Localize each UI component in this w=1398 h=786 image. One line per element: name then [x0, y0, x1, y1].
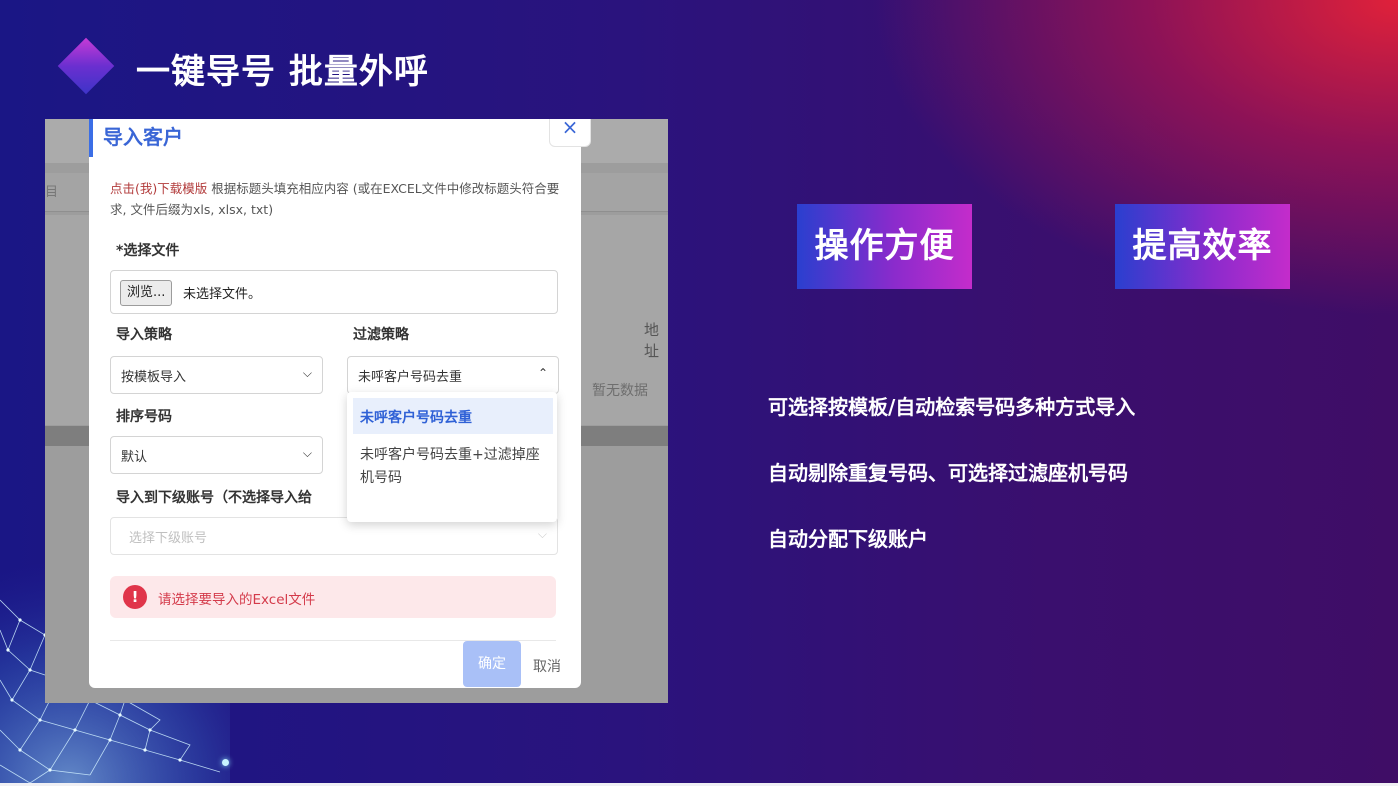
error-alert: ! 请选择要导入的Excel文件	[110, 576, 556, 618]
sort-select[interactable]: 默认 ⌵	[110, 436, 323, 474]
dialog-title: 导入客户	[103, 125, 183, 149]
feature-sub-account: 自动分配下级账户	[768, 527, 928, 551]
filter-strategy-value: 未呼客户号码去重	[358, 370, 463, 385]
chevron-up-icon: ⌃	[537, 366, 548, 380]
import-hint: 点击(我)下载模版 根据标题头填充相应内容 (或在EXCEL文件中修改标题头符合…	[110, 178, 560, 220]
filter-strategy-select[interactable]: 未呼客户号码去重 ⌃	[347, 356, 559, 394]
alert-message: 请选择要导入的Excel文件	[158, 592, 316, 608]
filter-strategy-label: 过滤策略	[353, 327, 409, 343]
sub-account-label: 导入到下级账号（不选择导入给	[116, 490, 312, 506]
sub-account-placeholder: 选择下级账号	[129, 531, 208, 546]
title-accent-bar	[89, 119, 93, 157]
glow-dot-decoration	[222, 759, 229, 766]
confirm-button[interactable]: 确定	[463, 641, 521, 687]
sub-account-select[interactable]: 选择下级账号 ⌵	[110, 517, 558, 555]
diamond-logo-icon	[57, 37, 115, 95]
background-column-header: 地址	[644, 321, 660, 360]
download-template-link[interactable]: 点击(我)下载模版	[110, 181, 207, 196]
import-strategy-select[interactable]: 按模板导入 ⌵	[110, 356, 323, 394]
cancel-button[interactable]: 取消	[533, 656, 561, 676]
slide-title: 一键导号 批量外呼	[136, 52, 429, 92]
feature-dedupe-filter: 自动剔除重复号码、可选择过滤座机号码	[768, 461, 1128, 485]
sort-label: 排序号码	[116, 409, 172, 425]
import-strategy-label: 导入策略	[116, 327, 172, 343]
file-label: *选择文件	[116, 243, 180, 259]
badge-easy-operation: 操作方便	[797, 204, 972, 289]
badge-efficiency: 提高效率	[1115, 204, 1290, 289]
filter-strategy-dropdown: 未呼客户号码去重 未呼客户号码去重+过滤掉座机号码	[347, 392, 557, 522]
dropdown-option[interactable]: 未呼客户号码去重+过滤掉座机号码	[360, 444, 550, 490]
app-screenshot: 目 地址 暂无数据 导入客户 × 点击(我)下载模版 根据标题头填充相应内容 (…	[45, 119, 668, 703]
chevron-down-icon: ⌵	[537, 527, 547, 541]
browse-button[interactable]: 浏览...	[120, 280, 173, 306]
warning-icon: !	[123, 585, 147, 609]
close-icon[interactable]: ×	[549, 119, 591, 147]
file-status-text: 未选择文件。	[183, 287, 262, 302]
import-strategy-value: 按模板导入	[121, 370, 187, 385]
chevron-down-icon: ⌵	[302, 366, 312, 380]
background-empty-text: 暂无数据	[592, 383, 648, 399]
import-customer-dialog: 导入客户 × 点击(我)下载模版 根据标题头填充相应内容 (或在EXCEL文件中…	[89, 119, 591, 688]
file-input[interactable]: 浏览... 未选择文件。	[110, 270, 558, 314]
background-left-fragment: 目	[45, 185, 59, 200]
feature-import-modes: 可选择按模板/自动检索号码多种方式导入	[768, 395, 1136, 419]
sort-value: 默认	[121, 450, 148, 465]
dropdown-option[interactable]: 未呼客户号码去重	[353, 398, 553, 434]
chevron-down-icon: ⌵	[302, 446, 312, 460]
